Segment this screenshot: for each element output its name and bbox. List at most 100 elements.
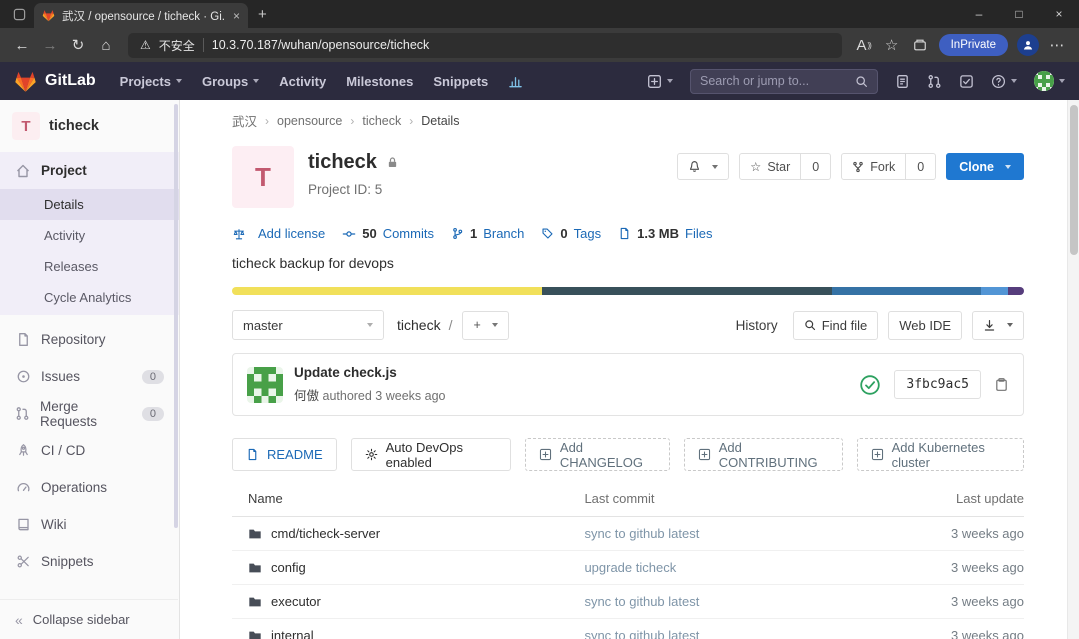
column-last-commit: Last commit bbox=[584, 491, 874, 506]
sidebar-item-repository[interactable]: Repository bbox=[0, 321, 179, 358]
menu-milestones[interactable]: Milestones bbox=[346, 74, 413, 89]
sidebar-item-cicd[interactable]: CI / CD bbox=[0, 432, 179, 469]
page-scrollbar-thumb[interactable] bbox=[1070, 105, 1078, 255]
page-scrollbar[interactable] bbox=[1067, 100, 1079, 639]
plus-menu-button[interactable] bbox=[647, 74, 673, 89]
close-button[interactable]: × bbox=[1039, 0, 1079, 28]
sidebar-item-project[interactable]: Project bbox=[0, 152, 179, 189]
breadcrumb-project[interactable]: ticheck bbox=[362, 114, 401, 128]
menu-activity[interactable]: Activity bbox=[279, 74, 326, 89]
merge-request-icon bbox=[15, 406, 30, 421]
lock-icon bbox=[386, 156, 399, 169]
history-button[interactable]: History bbox=[731, 318, 783, 333]
clone-button[interactable]: Clone bbox=[946, 153, 1024, 180]
gitlab-logo[interactable]: GitLab bbox=[14, 70, 96, 93]
sidebar-item-cycle-analytics[interactable]: Cycle Analytics bbox=[0, 282, 179, 313]
todos-icon[interactable] bbox=[959, 74, 974, 89]
repository-icon bbox=[15, 332, 31, 347]
address-bar[interactable]: ⚠ 不安全 10.3.70.187/wuhan/opensource/tiche… bbox=[128, 33, 842, 58]
breadcrumb-separator: › bbox=[265, 114, 269, 128]
commit-title-link[interactable]: Update check.js bbox=[294, 365, 446, 380]
forward-icon[interactable]: → bbox=[36, 31, 64, 59]
add-kubernetes-cluster-button[interactable]: Add Kubernetes cluster bbox=[857, 438, 1024, 471]
star-button[interactable]: ☆ Star bbox=[739, 153, 801, 180]
branches-link[interactable]: 1Branch bbox=[451, 226, 524, 241]
files-link[interactable]: 1.3 MBFiles bbox=[618, 226, 712, 241]
browser-menu-icon[interactable]: ⋯ bbox=[1043, 31, 1071, 59]
maximize-button[interactable]: □ bbox=[999, 0, 1039, 28]
file-name-link[interactable]: executor bbox=[232, 594, 584, 609]
breadcrumb-subgroup[interactable]: opensource bbox=[277, 114, 342, 128]
language-bar[interactable] bbox=[232, 287, 1024, 295]
breadcrumb-group[interactable]: 武汉 bbox=[232, 111, 257, 130]
read-aloud-icon[interactable]: A)) bbox=[850, 31, 878, 59]
commit-message-link[interactable]: sync to github latest bbox=[584, 628, 874, 639]
user-avatar[interactable] bbox=[1034, 71, 1065, 91]
find-file-button[interactable]: Find file bbox=[793, 311, 879, 340]
search-input[interactable] bbox=[700, 74, 849, 88]
menu-snippets[interactable]: Snippets bbox=[433, 74, 488, 89]
commit-message-link[interactable]: sync to github latest bbox=[584, 594, 874, 609]
commit-author[interactable]: 何傲 bbox=[294, 389, 319, 403]
commits-link[interactable]: 50Commits bbox=[342, 226, 434, 241]
browser-tab[interactable]: 武汉 / opensource / ticheck · Gi... × bbox=[34, 3, 248, 28]
add-file-dropdown[interactable]: + bbox=[462, 311, 508, 340]
profile-avatar[interactable] bbox=[1017, 34, 1039, 56]
download-dropdown[interactable] bbox=[972, 311, 1024, 340]
tags-link[interactable]: 0Tags bbox=[541, 226, 601, 241]
sidebar-item-operations[interactable]: Operations bbox=[0, 469, 179, 506]
sidebar-item-activity[interactable]: Activity bbox=[0, 220, 179, 251]
file-name-link[interactable]: cmd/ticheck-server bbox=[232, 526, 584, 541]
sidebar-item-issues[interactable]: Issues 0 bbox=[0, 358, 179, 395]
menu-groups[interactable]: Groups bbox=[202, 74, 259, 89]
add-changelog-button[interactable]: Add CHANGELOG bbox=[525, 438, 670, 471]
file-table: Name Last commit Last update cmd/ticheck… bbox=[232, 481, 1024, 639]
branch-selector[interactable]: master bbox=[232, 310, 384, 340]
star-count[interactable]: 0 bbox=[801, 153, 831, 180]
collections-icon[interactable] bbox=[906, 31, 934, 59]
sidebar-item-releases[interactable]: Releases bbox=[0, 251, 179, 282]
commit-message-link[interactable]: upgrade ticheck bbox=[584, 560, 874, 575]
browser-home-icon[interactable]: ⌂ bbox=[92, 31, 120, 59]
auto-devops-button[interactable]: Auto DevOps enabled bbox=[351, 438, 511, 471]
path-project[interactable]: ticheck bbox=[397, 317, 441, 333]
sidebar-item-merge-requests[interactable]: Merge Requests 0 bbox=[0, 395, 179, 432]
tab-close-icon[interactable]: × bbox=[233, 9, 240, 23]
sidebar-scrollbar-thumb[interactable] bbox=[174, 104, 178, 528]
sidebar-project-context[interactable]: T ticheck bbox=[0, 100, 179, 152]
refresh-icon[interactable]: ↻ bbox=[64, 31, 92, 59]
add-license-link[interactable]: Add license bbox=[232, 226, 325, 241]
sidebar-item-details[interactable]: Details bbox=[0, 189, 179, 220]
navbar-menu: Projects Groups Activity Milestones Snip… bbox=[120, 74, 524, 89]
minimize-button[interactable]: – bbox=[959, 0, 999, 28]
file-name-link[interactable]: config bbox=[232, 560, 584, 575]
sidebar-item-snippets[interactable]: Snippets bbox=[0, 543, 179, 580]
notification-bell-button[interactable] bbox=[677, 153, 729, 180]
help-button[interactable] bbox=[991, 74, 1017, 89]
sidebar-scrollbar[interactable] bbox=[174, 104, 178, 634]
fork-button[interactable]: Fork bbox=[841, 153, 906, 180]
navbar-right bbox=[647, 69, 1065, 94]
new-tab-button[interactable]: + bbox=[258, 6, 267, 23]
file-table-header: Name Last commit Last update bbox=[232, 481, 1024, 517]
table-row: executor sync to github latest 3 weeks a… bbox=[232, 585, 1024, 619]
add-contributing-button[interactable]: Add CONTRIBUTING bbox=[684, 438, 843, 471]
issues-icon[interactable] bbox=[895, 74, 910, 89]
tab-actions-icon[interactable] bbox=[8, 8, 30, 21]
pipeline-status-check-icon[interactable] bbox=[859, 374, 881, 396]
back-icon[interactable]: ← bbox=[8, 31, 36, 59]
web-ide-button[interactable]: Web IDE bbox=[888, 311, 962, 340]
collapse-sidebar-button[interactable]: « Collapse sidebar bbox=[0, 599, 178, 639]
sidebar-item-wiki[interactable]: Wiki bbox=[0, 506, 179, 543]
copy-sha-button[interactable] bbox=[994, 377, 1009, 392]
sidebar-item-label: Issues bbox=[41, 369, 80, 384]
admin-area-icon[interactable] bbox=[508, 74, 523, 89]
file-name-link[interactable]: internal bbox=[232, 628, 584, 639]
commit-message-link[interactable]: sync to github latest bbox=[584, 526, 874, 541]
chevron-down-icon bbox=[492, 323, 498, 327]
readme-button[interactable]: README bbox=[232, 438, 337, 471]
favorites-star-icon[interactable]: ☆ bbox=[878, 31, 906, 59]
fork-count[interactable]: 0 bbox=[906, 153, 936, 180]
menu-projects[interactable]: Projects bbox=[120, 74, 182, 89]
merge-requests-icon[interactable] bbox=[927, 74, 942, 89]
